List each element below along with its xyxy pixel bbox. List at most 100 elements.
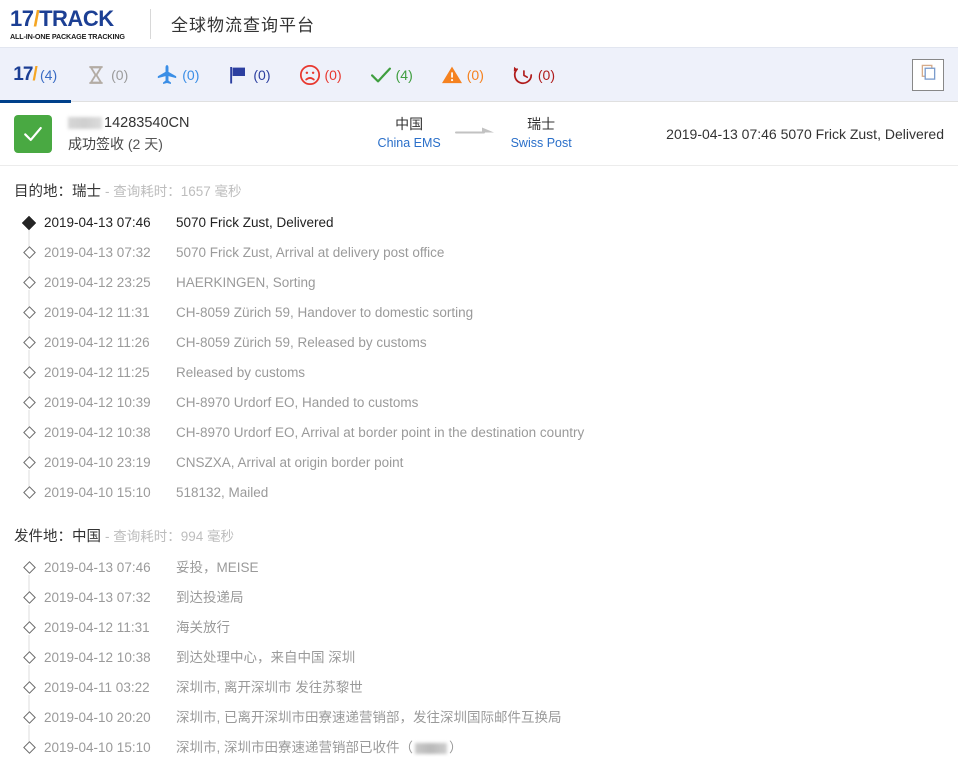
copy-button[interactable] (912, 59, 944, 91)
origin-timeline: 2019-04-13 07:46 妥投，MEISE 2019-04-13 07:32… (0, 556, 958, 757)
timeline-event-row: 2019-04-13 07:32 到达投递局 (14, 586, 958, 623)
timeline-event-time: 2019-04-12 11:31 (44, 620, 150, 635)
timeline-event-time: 2019-04-12 10:38 (44, 650, 151, 665)
diamond-icon (22, 741, 36, 754)
tab-delivered[interactable]: (4) (356, 48, 427, 102)
status-label: 成功签收 (68, 135, 124, 152)
timeline-event-description: 深圳市, 离开深圳市 发往苏黎世 (176, 680, 363, 695)
diamond-icon (22, 456, 36, 469)
timeline-event-time: 2019-04-10 23:19 (44, 455, 151, 470)
timeline-event-row: 2019-04-11 03:22 深圳市, 离开深圳市 发往苏黎世 (14, 676, 958, 713)
tab-all-count: (4) (40, 66, 58, 83)
timeline-event-description: CH-8970 Urdorf EO, Arrival at border poi… (176, 425, 585, 440)
destination-carrier-link[interactable]: Swiss Post (511, 135, 572, 152)
timeline-event-time: 2019-04-13 07:32 (44, 590, 151, 605)
shipment-status-text: 成功签收 (2 天) (68, 134, 270, 154)
diamond-icon (22, 246, 36, 259)
timeline-event-description: HAERKINGEN, Sorting (176, 275, 316, 290)
timeline-event-time: 2019-04-13 07:46 (44, 560, 151, 575)
timeline-marker (14, 616, 44, 653)
shipment-summary-row[interactable]: 14283540CN 成功签收 (2 天) 中国 China EMS 瑞士 Sw… (0, 102, 958, 166)
flag-icon (227, 64, 249, 86)
diamond-icon (22, 621, 36, 634)
timeline-event-row: 2019-04-10 15:10 518132, Mailed (14, 481, 958, 511)
warning-icon (441, 64, 463, 86)
timeline-event-row: 2019-04-12 10:38 到达处理中心，来自中国 深圳 (14, 646, 958, 683)
timeline-event-description: 到达处理中心，来自中国 深圳 (176, 650, 356, 665)
header-divider (150, 8, 151, 39)
timeline-event-description: 深圳市, 深圳市田寮速递营销部已收件（ ） (176, 736, 463, 757)
diamond-icon (22, 276, 36, 289)
airplane-icon (156, 64, 178, 86)
redacted-tracking-prefix (68, 117, 102, 129)
timeline-event-row: 2019-04-13 07:32 5070 Frick Zust, Arrival… (14, 241, 958, 278)
origin-carrier-link[interactable]: China EMS (378, 135, 441, 152)
origin-country: 中国 (395, 116, 424, 132)
timeline-event-time: 2019-04-12 10:39 (44, 395, 151, 410)
timeline-marker (14, 331, 44, 368)
timeline-event-row: 2019-04-10 20:20 深圳市, 已离开深圳市田寮速递营销部，发往深圳国… (14, 706, 958, 743)
page-title: 全球物流查询平台 (171, 16, 315, 35)
origin-section-header: 发件地：中国 - 查询耗时：994 毫秒 (0, 511, 958, 556)
site-header: 17/TRACK ALL-IN-ONE PACKAGE TRACKING 全球物… (0, 0, 958, 47)
timeline-marker (14, 421, 44, 458)
timeline-event-description: CH-8970 Urdorf EO, Handed to customs (176, 395, 419, 410)
diamond-icon (22, 486, 36, 499)
timeline-marker (14, 361, 44, 398)
tab-expired[interactable]: (0) (498, 48, 569, 102)
tab-all[interactable]: 17/ (4) (0, 48, 72, 103)
timeline-event-description: Released by customs (176, 365, 306, 380)
logo-17-text: 17 (10, 5, 34, 31)
carrier-route: 中国 China EMS 瑞士 Swiss Post (370, 115, 580, 152)
tab-in-transit[interactable]: (0) (142, 48, 213, 102)
timeline-event-row: 2019-04-13 07:46 5070 Frick Zust, Deliver… (14, 211, 958, 248)
timeline-event-time: 2019-04-10 15:10 (44, 740, 151, 755)
timeline-event-description: CH-8059 Zürich 59, Released by customs (176, 335, 427, 350)
diamond-icon (22, 711, 36, 724)
tab-not-found[interactable]: (0) (71, 48, 142, 102)
destination-node: 瑞士 Swiss Post (502, 115, 580, 152)
timeline-marker (14, 271, 44, 308)
check-icon (370, 64, 392, 86)
diamond-icon (22, 561, 36, 574)
timeline-marker (14, 706, 44, 743)
timeline-marker (14, 676, 44, 713)
timeline-event-row: 2019-04-12 10:38 CH-8970 Urdorf EO, Arriv… (14, 421, 958, 458)
timeline-marker (14, 391, 44, 428)
timeline-event-row: 2019-04-12 11:25 Released by customs (14, 361, 958, 398)
tab-not-found-count: (0) (111, 66, 129, 83)
timeline-event-row: 2019-04-12 11:26 CH-8059 Zürich 59, Relea… (14, 331, 958, 368)
diamond-icon (22, 681, 36, 694)
timeline-marker (14, 451, 44, 488)
destination-country: 瑞士 (527, 116, 556, 132)
timeline-marker (14, 586, 44, 623)
timeline-event-description: 5070 Frick Zust, Delivered (176, 215, 334, 230)
timeline-event-description: CNSZXA, Arrival at origin border point (176, 455, 404, 470)
tab-pickup[interactable]: (0) (213, 48, 284, 102)
diamond-icon (22, 336, 36, 349)
timeline-marker (14, 301, 44, 338)
tracking-number-text: 14283540CN (104, 114, 190, 131)
shipment-identity: 14283540CN 成功签收 (2 天) (68, 114, 270, 154)
timeline-event-row: 2019-04-10 15:10 深圳市, 深圳市田寮速递营销部已收件（ ） (14, 736, 958, 757)
timeline-event-time: 2019-04-12 23:25 (44, 275, 151, 290)
timeline-event-time: 2019-04-11 03:22 (44, 680, 150, 695)
timeline-event-time: 2019-04-13 07:46 (44, 215, 151, 230)
hourglass-icon (85, 64, 107, 86)
timeline-event-row: 2019-04-12 23:25 HAERKINGEN, Sorting (14, 271, 958, 308)
tracking-number[interactable]: 14283540CN (68, 114, 270, 133)
timeline-event-row: 2019-04-12 10:39 CH-8970 Urdorf EO, Hande… (14, 391, 958, 428)
brand-logo[interactable]: 17/TRACK ALL-IN-ONE PACKAGE TRACKING (6, 5, 142, 41)
tab-expired-count: (0) (537, 66, 555, 83)
destination-section-label: 目的地：瑞士 (14, 184, 101, 200)
timeline-event-description: 妥投，MEISE (176, 560, 259, 575)
logo-wordmark: 17/TRACK (10, 5, 142, 31)
diamond-icon (22, 591, 36, 604)
timeline-event-description: CH-8059 Zürich 59, Handover to domestic … (176, 305, 474, 320)
diamond-icon (22, 396, 36, 409)
status-badge (14, 114, 52, 153)
timeline-event-description: 518132, Mailed (176, 485, 269, 500)
logo-track-text: TRACK (39, 5, 114, 31)
tab-exception[interactable]: (0) (285, 48, 356, 102)
tab-alert[interactable]: (0) (427, 48, 498, 102)
